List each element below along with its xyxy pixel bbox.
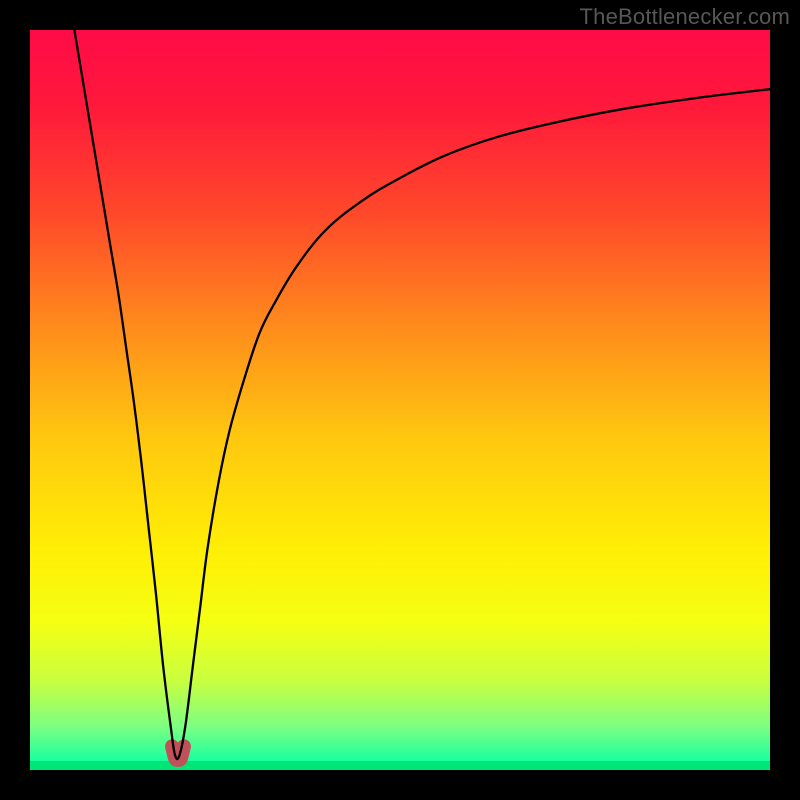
baseline-band xyxy=(30,761,770,770)
plot-area xyxy=(30,30,770,770)
chart-svg xyxy=(30,30,770,770)
chart-frame: TheBottlenecker.com xyxy=(0,0,800,800)
gradient-background xyxy=(30,30,770,770)
watermark-text: TheBottlenecker.com xyxy=(580,4,790,30)
